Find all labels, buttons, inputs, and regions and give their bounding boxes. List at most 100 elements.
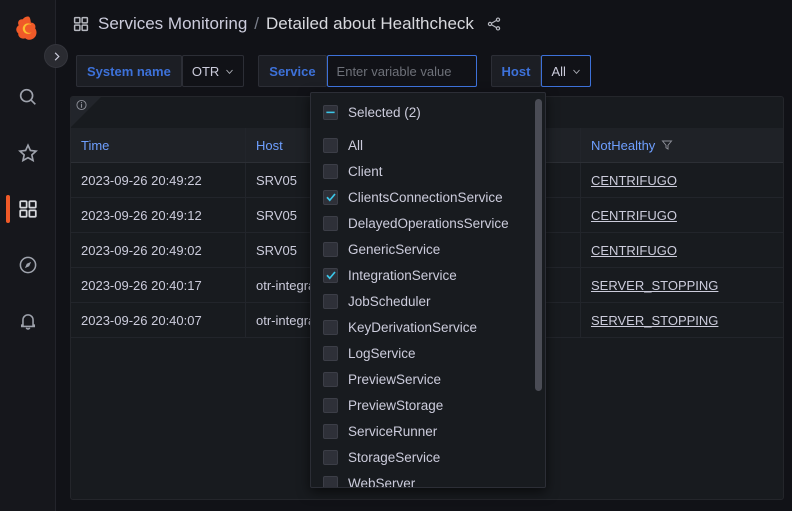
breadcrumb-root[interactable]: Services Monitoring xyxy=(98,14,247,34)
bell-icon xyxy=(17,310,39,332)
column-header-nothealthy-label: NotHealthy xyxy=(591,138,655,153)
breadcrumb-current[interactable]: Detailed about Healthcheck xyxy=(266,14,474,34)
variable-system-name: System name OTR xyxy=(76,55,244,87)
variable-select-host[interactable]: All xyxy=(541,55,590,87)
nothealthy-link[interactable]: CENTRIFUGO xyxy=(591,173,677,188)
dropdown-option-checkbox[interactable] xyxy=(323,346,338,361)
dropdown-option-label: LogService xyxy=(348,346,416,361)
chevron-right-icon xyxy=(51,51,62,62)
left-nav-rail xyxy=(0,0,56,511)
chevron-down-icon xyxy=(225,67,234,76)
dropdown-option-checkbox[interactable] xyxy=(323,242,338,257)
dropdown-option[interactable]: ClientsConnectionService xyxy=(311,184,545,210)
grafana-dashboard-page: Services Monitoring / Detailed about Hea… xyxy=(0,0,792,511)
dropdown-option[interactable]: PreviewService xyxy=(311,366,545,392)
dropdown-option[interactable]: StorageService xyxy=(311,444,545,470)
cell-nothealthy: SERVER_STOPPING xyxy=(581,268,784,302)
filter-funnel-icon[interactable] xyxy=(661,139,673,151)
dropdown-option-checkbox[interactable] xyxy=(323,268,338,283)
dropdown-option-checkbox[interactable] xyxy=(323,320,338,335)
dropdown-option-checkbox[interactable] xyxy=(323,424,338,439)
compass-icon xyxy=(17,254,39,276)
dropdown-selected-checkbox[interactable] xyxy=(323,105,338,120)
variable-select-system-name[interactable]: OTR xyxy=(182,55,244,87)
dropdown-option-checkbox[interactable] xyxy=(323,216,338,231)
breadcrumb: Services Monitoring / Detailed about Hea… xyxy=(98,14,474,34)
dropdown-option[interactable]: JobScheduler xyxy=(311,288,545,314)
dropdown-option-label: StorageService xyxy=(348,450,440,465)
dropdown-option-checkbox[interactable] xyxy=(323,190,338,205)
variable-input-service[interactable] xyxy=(327,55,477,87)
dropdown-option[interactable]: KeyDerivationService xyxy=(311,314,545,340)
dropdown-selected-row[interactable]: Selected (2) xyxy=(311,96,545,128)
grafana-logo-icon[interactable] xyxy=(12,13,44,45)
dropdown-option-label: ServiceRunner xyxy=(348,424,437,439)
sidebar-item-search[interactable] xyxy=(0,69,56,125)
variable-service: Service xyxy=(258,55,476,87)
dropdown-option-checkbox[interactable] xyxy=(323,450,338,465)
dropdown-option-label: PreviewService xyxy=(348,372,441,387)
nothealthy-link[interactable]: SERVER_STOPPING xyxy=(591,278,718,293)
cell-time: 2023-09-26 20:49:22 xyxy=(71,163,246,197)
breadcrumb-separator: / xyxy=(254,14,259,34)
dropdown-option-checkbox[interactable] xyxy=(323,294,338,309)
nothealthy-link[interactable]: SERVER_STOPPING xyxy=(591,313,718,328)
top-bar: Services Monitoring / Detailed about Hea… xyxy=(56,0,792,48)
dropdown-option[interactable]: PreviewStorage xyxy=(311,392,545,418)
check-icon xyxy=(325,191,337,203)
star-icon xyxy=(17,142,39,164)
dropdown-option-label: WebServer xyxy=(348,476,415,489)
dropdown-option[interactable]: WebServer xyxy=(311,470,545,488)
dropdown-option[interactable]: LogService xyxy=(311,340,545,366)
dashboard-grid-icon xyxy=(72,15,90,33)
dropdown-option[interactable]: GenericService xyxy=(311,236,545,262)
cell-nothealthy: CENTRIFUGO xyxy=(581,163,784,197)
share-icon[interactable] xyxy=(486,16,502,32)
sidebar-item-explore[interactable] xyxy=(0,237,56,293)
search-icon xyxy=(17,86,39,108)
dropdown-option-label: JobScheduler xyxy=(348,294,431,309)
variable-label-service: Service xyxy=(258,55,326,87)
sidebar-item-dashboards[interactable] xyxy=(0,181,56,237)
dashboards-grid-icon xyxy=(17,198,39,220)
dropdown-option[interactable]: ServiceRunner xyxy=(311,418,545,444)
variable-value-system-name: OTR xyxy=(192,64,219,79)
dropdown-scrollbar[interactable] xyxy=(535,99,542,473)
dropdown-option-label: Client xyxy=(348,164,383,179)
dropdown-option-label: ClientsConnectionService xyxy=(348,190,503,205)
variable-host: Host All xyxy=(491,55,591,87)
cell-nothealthy: CENTRIFUGO xyxy=(581,233,784,267)
dropdown-option-label: DelayedOperationsService xyxy=(348,216,509,231)
dropdown-option[interactable]: IntegrationService xyxy=(311,262,545,288)
variable-label-system-name: System name xyxy=(76,55,182,87)
dropdown-option[interactable]: All xyxy=(311,132,545,158)
check-icon xyxy=(325,269,337,281)
dropdown-option-checkbox[interactable] xyxy=(323,372,338,387)
cell-time: 2023-09-26 20:49:02 xyxy=(71,233,246,267)
cell-time: 2023-09-26 20:40:17 xyxy=(71,268,246,302)
dropdown-option-label: PreviewStorage xyxy=(348,398,443,413)
dropdown-option-list: All Client ClientsConnectionService Delayed… xyxy=(311,132,545,488)
dropdown-option-checkbox[interactable] xyxy=(323,476,338,489)
column-header-nothealthy[interactable]: NotHealthy xyxy=(581,128,784,162)
variables-row: System name OTR Service Host All xyxy=(76,55,605,87)
variable-value-host: All xyxy=(551,64,565,79)
nothealthy-link[interactable]: CENTRIFUGO xyxy=(591,243,677,258)
dropdown-scrollbar-thumb[interactable] xyxy=(535,99,542,391)
column-header-time[interactable]: Time xyxy=(71,128,246,162)
dropdown-option-checkbox[interactable] xyxy=(323,398,338,413)
dropdown-option[interactable]: Client xyxy=(311,158,545,184)
dropdown-option[interactable]: DelayedOperationsService xyxy=(311,210,545,236)
nav-expand-button[interactable] xyxy=(44,44,68,68)
sidebar-item-starred[interactable] xyxy=(0,125,56,181)
nothealthy-link[interactable]: CENTRIFUGO xyxy=(591,208,677,223)
active-indicator xyxy=(6,195,10,223)
dropdown-option-checkbox[interactable] xyxy=(323,164,338,179)
service-variable-dropdown[interactable]: Selected (2) All Client ClientsConnectionS… xyxy=(310,92,546,488)
dropdown-option-label: GenericService xyxy=(348,242,440,257)
sidebar-item-alerting[interactable] xyxy=(0,293,56,349)
dropdown-option-checkbox[interactable] xyxy=(323,138,338,153)
chevron-down-icon xyxy=(572,67,581,76)
dropdown-option-label: KeyDerivationService xyxy=(348,320,477,335)
cell-time: 2023-09-26 20:49:12 xyxy=(71,198,246,232)
